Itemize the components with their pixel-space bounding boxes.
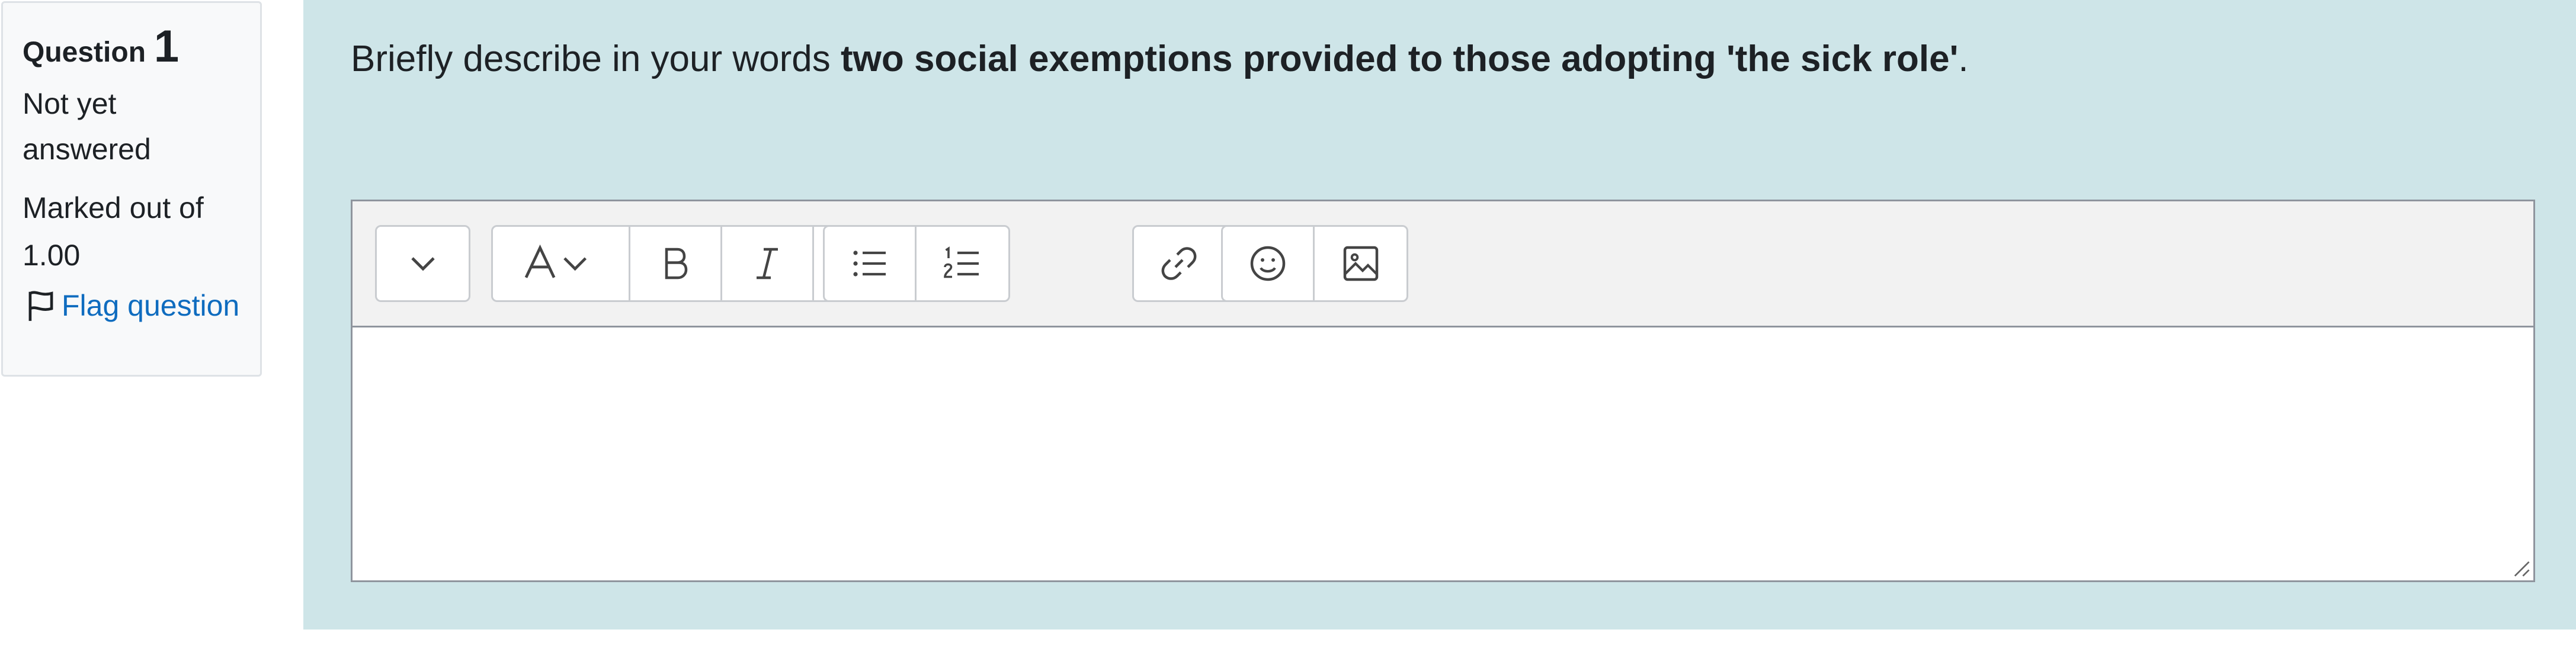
numbered-list-icon: [943, 246, 979, 278]
question-text: Briefly describe in your words two socia…: [351, 37, 1969, 82]
toolbar-group-lists: [823, 225, 1010, 302]
bold-icon: [665, 248, 688, 280]
flag-question-label: Flag question: [62, 289, 240, 322]
bold-button[interactable]: [630, 227, 722, 300]
question-text-prefix: Briefly describe in your words: [351, 38, 841, 79]
toolbar-toggle-button[interactable]: [377, 227, 469, 300]
answer-editor: [351, 200, 2535, 582]
bullet-list-button[interactable]: [825, 227, 917, 300]
toolbar-group-media: [1221, 225, 1408, 302]
italic-button[interactable]: [722, 227, 814, 300]
question-text-suffix: .: [1958, 38, 1969, 79]
question-info-panel: Question 1 Not yet answered Marked out o…: [1, 1, 262, 377]
resize-handle-icon[interactable]: [2511, 558, 2531, 578]
image-icon: [1343, 246, 1378, 281]
image-button[interactable]: [1315, 227, 1406, 300]
question-number: 1: [153, 21, 180, 72]
italic-icon: [757, 248, 778, 280]
flag-icon: [28, 291, 53, 321]
font-size-button[interactable]: [493, 227, 630, 300]
toolbar-group-menu: [375, 225, 470, 302]
link-icon: [1161, 247, 1197, 280]
question-content: Briefly describe in your words two socia…: [303, 0, 2576, 630]
question-grade: Marked out of 1.00: [23, 191, 204, 272]
emoji-icon: [1250, 246, 1286, 281]
numbered-list-button[interactable]: [917, 227, 1008, 300]
answer-textarea[interactable]: [353, 327, 2533, 580]
editor-toolbar: [353, 201, 2533, 327]
flag-question-link[interactable]: Flag question: [23, 287, 260, 324]
question-state: Not yet answered: [23, 87, 151, 166]
question-label: Question: [23, 37, 146, 68]
link-button[interactable]: [1134, 227, 1226, 300]
emoji-button[interactable]: [1223, 227, 1315, 300]
font-size-icon: [524, 244, 587, 278]
chevron-down-icon: [411, 257, 435, 271]
bullet-list-icon: [853, 250, 886, 277]
question-number-heading: Question 1: [23, 24, 260, 69]
question-text-bold: two social exemptions provided to those …: [840, 38, 1959, 79]
